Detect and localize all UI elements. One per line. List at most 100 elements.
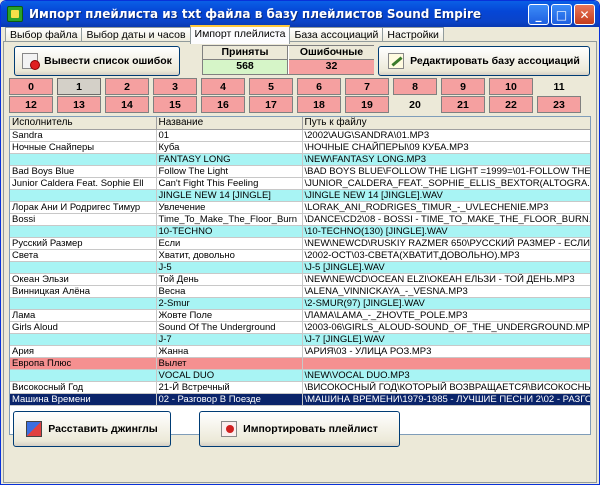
- window-title: Импорт плейлиста из txt файла в базу пле…: [29, 7, 482, 21]
- hour-button-5[interactable]: 5: [249, 78, 293, 95]
- cell-title: J-5: [156, 261, 303, 274]
- cell-artist: Ночные Снайперы: [10, 141, 157, 154]
- cell-path: \НОЧНЫЕ СНАЙПЕРЫ\09 КУБА.MP3: [302, 141, 590, 154]
- import-panel: Вывести список ошибок Приняты Ошибочные …: [3, 41, 597, 483]
- window-controls: _ □ ✕: [528, 4, 595, 25]
- table-row[interactable]: 2-Smur \2-SMUR(97) [JINGLE].WAV: [10, 297, 590, 310]
- error-list-icon: [22, 53, 41, 70]
- hour-button-21[interactable]: 21: [441, 96, 485, 113]
- cell-title: Куба: [156, 141, 303, 154]
- table-row[interactable]: Високосный Год 21-Й Встречный \ВИСОКОСНЫЙ …: [10, 381, 590, 394]
- main-window: Импорт плейлиста из txt файла в базу пле…: [0, 0, 600, 485]
- show-errors-label: Вывести список ошибок: [44, 55, 172, 67]
- table-row[interactable]: Girls Aloud Sound Of The Underground \2003…: [10, 321, 590, 334]
- cell-path: [302, 357, 590, 370]
- table-row[interactable]: Лама Жовте Поле \ЛАМА\LAMA_-_ZHOVTE_POLE.M…: [10, 309, 590, 322]
- table-row[interactable]: JINGLE NEW 14 [JINGLE] \JINGLE NEW 14 [JI…: [10, 189, 590, 202]
- place-jingles-button[interactable]: Расставить джинглы: [13, 411, 171, 447]
- hour-button-7[interactable]: 7: [345, 78, 389, 95]
- minimize-button[interactable]: _: [528, 4, 549, 25]
- table-row[interactable]: Bad Boys Blue Follow The Light \BAD BOYS B…: [10, 165, 590, 178]
- hour-button-13[interactable]: 13: [57, 96, 101, 113]
- place-jingles-label: Расставить джинглы: [48, 423, 158, 435]
- cell-path: \J-7 [JINGLE].WAV: [302, 333, 590, 346]
- cell-title: FANTASY LONG: [156, 153, 303, 166]
- cell-path: \JUNIOR_CALDERA_FEAT._SOPHIE_ELLIS_BEXTO…: [302, 177, 590, 190]
- hour-button-17[interactable]: 17: [249, 96, 293, 113]
- hour-button-4[interactable]: 4: [201, 78, 245, 95]
- cell-artist: Океан Эльзи: [10, 273, 157, 286]
- table-row[interactable]: Русский Размер Если \NEW\NEWCD\RUSKIY RAZM…: [10, 237, 590, 250]
- hour-button-9[interactable]: 9: [441, 78, 485, 95]
- table-row[interactable]: Европа Плюс Вылет: [10, 357, 590, 370]
- title-bar[interactable]: Импорт плейлиста из txt файла в базу пле…: [1, 1, 599, 27]
- hour-button-10[interactable]: 10: [489, 78, 533, 95]
- cell-artist: [10, 153, 157, 166]
- hour-button-22[interactable]: 22: [489, 96, 533, 113]
- cell-title: 21-Й Встречный: [156, 381, 303, 394]
- hour-button-8[interactable]: 8: [393, 78, 437, 95]
- table-row[interactable]: Машина Времени 02 - Разговор В Поезде \МАШ…: [10, 393, 590, 406]
- hour-button-11[interactable]: 11: [537, 78, 581, 95]
- cell-path: \BAD BOYS BLUE\FOLLOW THE LIGHT =1999=\0…: [302, 165, 590, 178]
- cell-title: JINGLE NEW 14 [JINGLE]: [156, 189, 303, 202]
- cell-artist: [10, 297, 157, 310]
- cell-title: Жовте Поле: [156, 309, 303, 322]
- hour-button-20[interactable]: 20: [393, 96, 437, 113]
- table-row[interactable]: J-7 \J-7 [JINGLE].WAV: [10, 333, 590, 346]
- hour-button-6[interactable]: 6: [297, 78, 341, 95]
- table-row[interactable]: 10-TECHNO \10-TECHNO(130) [JINGLE].WAV: [10, 225, 590, 238]
- table-row[interactable]: Junior Caldera Feat. Sophie Ell Can't Fig…: [10, 177, 590, 190]
- tab-import-playlist[interactable]: Импорт плейлиста: [189, 25, 291, 44]
- close-button[interactable]: ✕: [574, 4, 595, 25]
- hour-button-12[interactable]: 12: [9, 96, 53, 113]
- cell-title: Жанна: [156, 345, 303, 358]
- table-row[interactable]: VOCAL DUO \NEW\VOCAL DUO.MP3: [10, 369, 590, 382]
- hour-button-0[interactable]: 0: [9, 78, 53, 95]
- column-path[interactable]: Путь к файлу: [302, 117, 590, 130]
- table-row[interactable]: Света Хватит, довольно \2002-OCT\03-СВЕТА(…: [10, 249, 590, 262]
- table-row[interactable]: Bossi Time_To_Make_The_Floor_Burn \DANCE\C…: [10, 213, 590, 226]
- table-row[interactable]: J-5 \J-5 [JINGLE].WAV: [10, 261, 590, 274]
- errors-label: Ошибочные: [289, 46, 374, 60]
- table-row[interactable]: Океан Эльзи Той День \NEW\NEWCD\OCEAN ELZI…: [10, 273, 590, 286]
- import-playlist-button[interactable]: Импортировать плейлист: [199, 411, 400, 447]
- table-row[interactable]: Ночные Снайперы Куба \НОЧНЫЕ СНАЙПЕРЫ\09 К…: [10, 141, 590, 154]
- cell-artist: [10, 333, 157, 346]
- show-errors-button[interactable]: Вывести список ошибок: [14, 46, 180, 76]
- cell-title: VOCAL DUO: [156, 369, 303, 382]
- cell-path: \10-TECHNO(130) [JINGLE].WAV: [302, 225, 590, 238]
- hour-button-19[interactable]: 19: [345, 96, 389, 113]
- hour-button-16[interactable]: 16: [201, 96, 245, 113]
- cell-artist: Винницкая Алёна: [10, 285, 157, 298]
- hour-button-23[interactable]: 23: [537, 96, 581, 113]
- edit-database-icon: [388, 53, 405, 69]
- cell-path: \NEW\NEWCD\RUSKIY RAZMER 650\РУССКИЙ РАЗ…: [302, 237, 590, 250]
- cell-artist: Лама: [10, 309, 157, 322]
- cell-path: \ВИСОКОСНЫЙ ГОД\КОТОРЫЙ ВОЗВРАЩАЕТСЯ\ВИС…: [302, 381, 590, 394]
- playlist-table[interactable]: Исполнитель Название Путь к файлу Sandra…: [9, 116, 591, 435]
- hour-button-2[interactable]: 2: [105, 78, 149, 95]
- maximize-button[interactable]: □: [551, 4, 572, 25]
- column-artist[interactable]: Исполнитель: [10, 117, 157, 130]
- hour-button-3[interactable]: 3: [153, 78, 197, 95]
- column-title[interactable]: Название: [156, 117, 303, 130]
- table-row[interactable]: Sandra 01 \2002\AUG\SANDRA\01.MP3: [10, 129, 590, 142]
- hour-button-18[interactable]: 18: [297, 96, 341, 113]
- hour-button-14[interactable]: 14: [105, 96, 149, 113]
- hour-button-1[interactable]: 1: [57, 78, 101, 95]
- cell-title: 02 - Разговор В Поезде: [156, 393, 303, 406]
- cell-path: \ALENA_VINNICKAYA_-_VESNA.MP3: [302, 285, 590, 298]
- table-row[interactable]: Винницкая Алёна Весна \ALENA_VINNICKAYA_-_…: [10, 285, 590, 298]
- table-row[interactable]: FANTASY LONG \NEW\FANTASY LONG.MP3: [10, 153, 590, 166]
- cell-path: \2003-06\GIRLS_ALOUD-SOUND_OF_THE_UNDERG…: [302, 321, 590, 334]
- cell-title: 10-TECHNO: [156, 225, 303, 238]
- edit-associations-button[interactable]: Редактировать базу ассоциаций: [378, 46, 590, 76]
- accepted-label: Приняты: [203, 46, 288, 60]
- table-row[interactable]: Лорак Ани И Родригес Тимур Увлечение \LORA…: [10, 201, 590, 214]
- hour-button-15[interactable]: 15: [153, 96, 197, 113]
- table-row[interactable]: Ария Жанна \АРИЯ\03 - УЛИЦА РОЗ.MP3: [10, 345, 590, 358]
- cell-title: J-7: [156, 333, 303, 346]
- accepted-count: 568: [203, 60, 288, 74]
- cell-title: Time_To_Make_The_Floor_Burn: [156, 213, 303, 226]
